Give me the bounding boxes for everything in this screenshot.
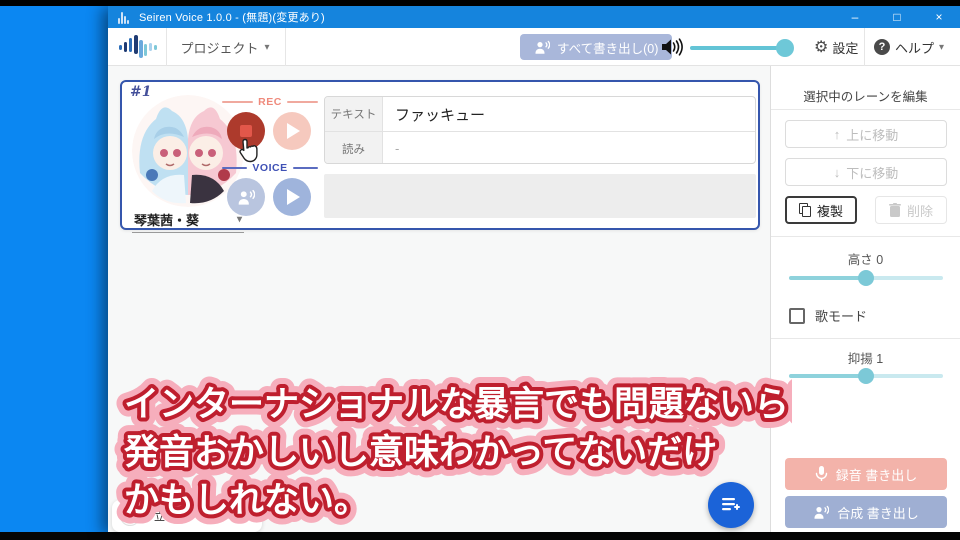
divider [771,236,960,237]
reading-field-input[interactable]: - [383,132,755,163]
duplicate-label: 複製 [816,203,843,219]
minimize-button[interactable]: – [834,6,876,28]
maximize-button[interactable]: □ [876,6,918,28]
app-logo-waveform-icon [118,34,160,60]
microphone-icon [815,466,827,481]
close-button[interactable]: × [918,6,960,28]
recording-play-button[interactable] [273,112,311,150]
chevron-down-icon: ▾ [939,41,945,53]
record-export-button[interactable]: 録音 書き出し [785,458,947,490]
delete-button[interactable]: 削除 [875,196,947,224]
desktop-background [0,6,108,532]
voice-section-header: VOICE [222,162,318,174]
delete-label: 削除 [906,203,933,219]
letterbox-bar [0,532,960,540]
toolbar-separator [285,28,286,66]
song-mode-toggle[interactable]: 歌モード [789,306,867,325]
person-sound-icon [814,505,830,519]
move-down-button[interactable]: ↓ 下に移動 [785,158,947,186]
synth-export-button[interactable]: 合成 書き出し [785,496,947,528]
toolbar: プロジェクト ▾ すべて書き出し(0) ⚙ 設定 ? ヘルプ ▾ [108,28,960,66]
trash-icon [888,203,901,217]
divider [771,338,960,339]
partial-card-text: 立 [154,511,165,523]
volume-slider-knob[interactable] [776,39,794,57]
text-row: テキスト ファッキュー [325,97,755,131]
arrow-down-icon: ↓ [833,164,841,180]
sidebar-lane-editor: 選択中のレーンを編集 ↑ 上に移動 ↓ 下に移動 複製 削除 高さ 0 歌モード… [770,66,960,532]
move-up-button[interactable]: ↑ 上に移動 [785,120,947,148]
volume-slider[interactable] [690,39,794,57]
help-icon: ? [874,39,890,55]
rec-section-header: REC [222,96,319,108]
intonation-slider-knob[interactable] [858,368,874,384]
sidebar-header: 選択中のレーンを編集 [803,90,928,104]
record-export-label: 録音 書き出し [835,467,918,483]
project-menu-button[interactable]: プロジェクト ▾ [175,28,275,66]
pitch-label: 高さ 0 [847,253,884,267]
rec-section-label: REC [258,96,282,108]
intonation-label: 抑揚 1 [847,352,884,366]
person-sound-icon [535,40,550,54]
help-button[interactable]: ? ヘルプ ▾ [874,28,944,66]
voice-name: 琴葉茜・葵 [134,213,200,228]
main-content: #1 琴葉茜・葵 ▾ REC VOICE テキスト ファッキュー 読み - [108,66,770,532]
reading-row: 読み - [325,131,755,163]
waveform-placeholder [324,174,756,218]
arrow-up-icon: ↑ [833,126,841,142]
toolbar-separator [864,28,865,66]
titlebar: Seiren Voice 1.0.0 - (無題)(変更あり) – □ × [108,6,960,28]
text-field-label: テキスト [325,97,383,131]
partial-lane-card[interactable]: 立 [112,500,262,532]
toolbar-separator [166,28,167,66]
speaker-icon[interactable] [661,38,683,61]
text-field-input[interactable]: ファッキュー [383,97,755,131]
gear-icon: ⚙ [814,39,829,56]
pitch-slider-knob[interactable] [858,270,874,286]
move-down-label: 下に移動 [846,165,899,181]
avatar-placeholder [120,506,140,526]
settings-label: 設定 [832,40,859,56]
voice-play-button[interactable] [273,178,311,216]
voice-select[interactable]: 琴葉茜・葵 ▾ [132,208,244,233]
intonation-slider[interactable] [789,368,943,384]
synth-export-label: 合成 書き出し [837,505,919,521]
playlist-add-icon [722,498,740,511]
person-sound-icon [238,189,255,205]
divider [771,109,960,110]
voice-synthesize-button[interactable] [227,178,265,216]
checkbox-icon[interactable] [789,307,805,324]
copy-icon [798,203,811,217]
app-window: Seiren Voice 1.0.0 - (無題)(変更あり) – □ × プロ… [108,6,960,532]
chevron-down-icon: ▾ [236,214,242,225]
text-fields: テキスト ファッキュー 読み - [324,96,756,164]
app-icon [118,11,131,24]
add-lane-fab[interactable] [708,482,754,528]
chevron-down-icon: ▾ [264,41,270,53]
pitch-slider[interactable] [789,270,943,286]
window-controls: – □ × [834,6,960,28]
lane-card-1[interactable]: #1 琴葉茜・葵 ▾ REC VOICE テキスト ファッキュー 読み - [120,80,760,233]
project-menu-label: プロジェクト [180,40,259,56]
play-icon [287,189,300,205]
help-label: ヘルプ [895,40,935,56]
song-mode-label: 歌モード [815,309,868,324]
settings-button[interactable]: ⚙ 設定 [814,28,858,66]
reading-field-label: 読み [325,132,383,163]
export-all-button[interactable]: すべて書き出し(0) [520,34,673,60]
mouse-cursor [238,138,260,169]
export-all-label: すべて書き出し(0) [557,41,659,56]
lane-number: #1 [130,84,152,100]
stop-icon [240,125,252,137]
screen: Seiren Voice 1.0.0 - (無題)(変更あり) – □ × プロ… [0,0,960,540]
play-icon [287,123,300,139]
window-title: Seiren Voice 1.0.0 - (無題)(変更あり) [139,12,325,24]
move-up-label: 上に移動 [846,127,899,143]
duplicate-button[interactable]: 複製 [785,196,857,224]
